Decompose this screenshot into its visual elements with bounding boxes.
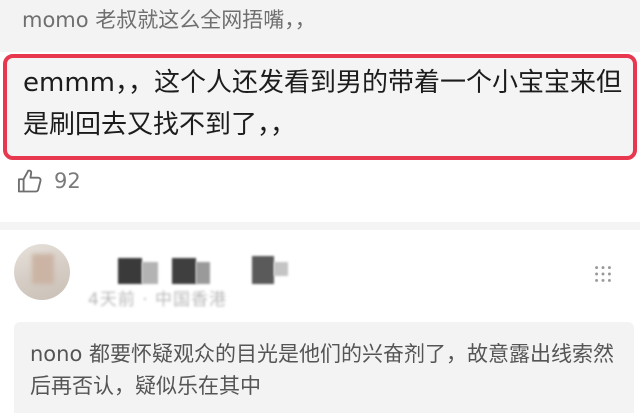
like-count: 92 <box>54 169 81 193</box>
previous-reply-preview[interactable]: momo 老叔就这么全网捂嘴，， <box>0 0 640 52</box>
username-mosaic-1 <box>118 258 142 284</box>
username-mosaic-2 <box>142 262 158 284</box>
username-mosaic-3 <box>172 258 196 284</box>
previous-reply-text: momo 老叔就这么全网捂嘴，， <box>22 8 316 32</box>
more-options-icon[interactable] <box>592 263 614 285</box>
like-button[interactable]: 92 <box>16 166 81 196</box>
highlighted-comment: emmm，，这个人还发看到男的带着一个小宝宝来但是刷回去又找不到了，， <box>3 54 637 160</box>
username-mosaic-6 <box>274 262 288 276</box>
reply-text: nono 都要怀疑观众的目光是他们的兴奋剂了，故意露出线索然后再否认，疑似乐在其… <box>30 342 614 398</box>
section-divider <box>0 222 640 230</box>
comment-text: emmm，，这个人还发看到男的带着一个小宝宝来但是刷回去又找不到了，， <box>23 68 622 140</box>
reply-preview[interactable]: nono 都要怀疑观众的目光是他们的兴奋剂了，故意露出线索然后再否认，疑似乐在其… <box>14 322 634 413</box>
username-mosaic-4 <box>196 262 210 284</box>
avatar[interactable] <box>14 244 70 300</box>
thumbs-up-icon <box>17 169 42 193</box>
username-mosaic-5 <box>252 256 274 284</box>
comment-meta: 4天前 · 中国香港 <box>88 290 228 310</box>
